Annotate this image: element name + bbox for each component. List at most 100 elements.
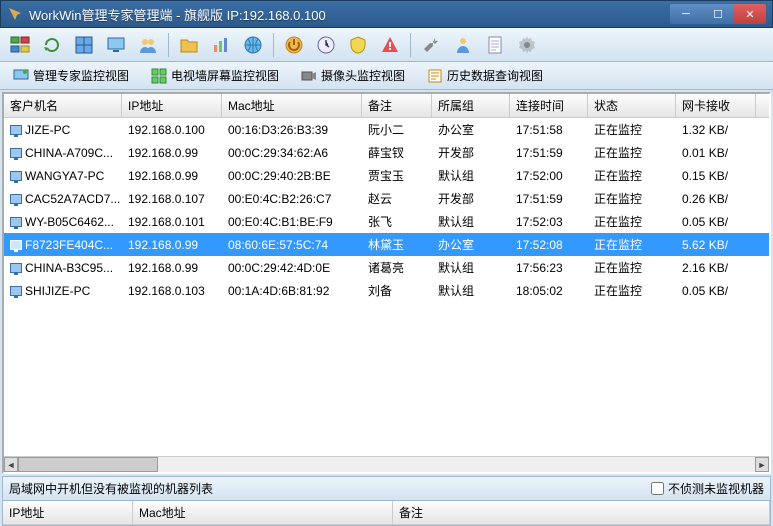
col-group[interactable]: 所属组 [432, 94, 510, 117]
app-icon [7, 6, 23, 22]
cell-time: 17:52:08 [510, 234, 588, 255]
table-row[interactable]: F8723FE404C...192.168.0.9908:60:6E:57:5C… [4, 233, 769, 256]
pc-icon [10, 240, 22, 250]
tb-settings-icon[interactable] [513, 31, 541, 59]
cell-rx: 0.26 KB/ [676, 188, 756, 209]
cell-rx: 1.32 KB/ [676, 119, 756, 140]
table-row[interactable]: CHINA-B3C95...192.168.0.9900:0C:29:42:4D… [4, 256, 769, 279]
col-conntime[interactable]: 连接时间 [510, 94, 588, 117]
tb-doc-icon[interactable] [481, 31, 509, 59]
table-row[interactable]: SHIJIZE-PC192.168.0.10300:1A:4D:6B:81:92… [4, 279, 769, 302]
col-ip[interactable]: IP地址 [122, 94, 222, 117]
cell-time: 17:51:59 [510, 142, 588, 163]
cell-status: 正在监控 [588, 142, 676, 163]
maximize-button[interactable]: ☐ [702, 4, 734, 24]
tb-users-icon[interactable] [134, 31, 162, 59]
cell-mac: 00:0C:29:42:4D:0E [222, 257, 362, 278]
cell-ip: 192.168.0.101 [122, 211, 222, 232]
close-button[interactable]: ✕ [734, 4, 766, 24]
table-row[interactable]: WY-B05C6462...192.168.0.10100:E0:4C:B1:B… [4, 210, 769, 233]
cell-note: 刘备 [362, 280, 432, 301]
bcol-ip[interactable]: IP地址 [3, 501, 133, 524]
scroll-thumb[interactable] [18, 457, 158, 472]
cell-rx: 0.05 KB/ [676, 280, 756, 301]
no-detect-checkbox[interactable]: 不侦测未监视机器 [651, 480, 764, 497]
pc-icon [10, 171, 22, 181]
tb-alert-icon[interactable] [376, 31, 404, 59]
tb-refresh-icon[interactable] [38, 31, 66, 59]
cell-name: CHINA-A709C... [4, 142, 122, 163]
cell-mac: 00:0C:29:40:2B:BE [222, 165, 362, 186]
cell-name: WANGYA7-PC [4, 165, 122, 186]
table-row[interactable]: JIZE-PC192.168.0.10000:16:D3:26:B3:39阮小二… [4, 118, 769, 141]
bcol-note[interactable]: 备注 [393, 501, 770, 524]
cell-name: F8723FE404C... [4, 234, 122, 255]
col-nicrx[interactable]: 网卡接收 [676, 94, 756, 117]
cell-status: 正在监控 [588, 280, 676, 301]
tb-tool-icon[interactable] [417, 31, 445, 59]
cell-status: 正在监控 [588, 257, 676, 278]
cell-note: 张飞 [362, 211, 432, 232]
cell-status: 正在监控 [588, 165, 676, 186]
minimize-button[interactable]: ─ [670, 4, 702, 24]
cell-time: 17:51:59 [510, 188, 588, 209]
table-row[interactable]: WANGYA7-PC192.168.0.9900:0C:29:40:2B:BE贾… [4, 164, 769, 187]
cell-rx: 0.01 KB/ [676, 142, 756, 163]
view-label: 电视墙屏幕监控视图 [171, 67, 279, 84]
col-clientname[interactable]: 客户机名 [4, 94, 122, 117]
cell-mac: 00:1A:4D:6B:81:92 [222, 280, 362, 301]
pc-icon [10, 194, 22, 204]
tb-grid-icon[interactable] [70, 31, 98, 59]
tb-person-icon[interactable] [449, 31, 477, 59]
cell-note: 林黛玉 [362, 234, 432, 255]
tb-folder-icon[interactable] [175, 31, 203, 59]
scroll-right-button[interactable]: ► [755, 457, 769, 472]
tb-screen-icon[interactable] [102, 31, 130, 59]
tb-chart-icon[interactable] [207, 31, 235, 59]
cell-rx: 0.05 KB/ [676, 211, 756, 232]
toolbar-separator [168, 33, 169, 57]
view-monitor-button[interactable]: 管理专家监控视图 [6, 64, 136, 87]
cell-group: 默认组 [432, 257, 510, 278]
cell-note: 阮小二 [362, 119, 432, 140]
cell-ip: 192.168.0.103 [122, 280, 222, 301]
cell-name: CHINA-B3C95... [4, 257, 122, 278]
view-history-button[interactable]: 历史数据查询视图 [420, 64, 550, 87]
cell-ip: 192.168.0.99 [122, 142, 222, 163]
bcol-mac[interactable]: Mac地址 [133, 501, 393, 524]
view-tvwall-button[interactable]: 电视墙屏幕监控视图 [144, 64, 286, 87]
tb-clock-icon[interactable] [312, 31, 340, 59]
monitor-view-icon [13, 68, 29, 84]
view-camera-button[interactable]: 摄像头监控视图 [294, 64, 412, 87]
scroll-left-button[interactable]: ◄ [4, 457, 18, 472]
tb-monitors-icon[interactable] [6, 31, 34, 59]
cell-ip: 192.168.0.99 [122, 234, 222, 255]
table-row[interactable]: CAC52A7ACD7...192.168.0.10700:E0:4C:B2:2… [4, 187, 769, 210]
tb-globe-icon[interactable] [239, 31, 267, 59]
bottom-panel: 局域网中开机但没有被监视的机器列表 不侦测未监视机器 IP地址 Mac地址 备注 [2, 476, 771, 526]
window-buttons: ─ ☐ ✕ [670, 4, 766, 24]
cell-ip: 192.168.0.100 [122, 119, 222, 140]
col-note[interactable]: 备注 [362, 94, 432, 117]
table-row[interactable]: CHINA-A709C...192.168.0.9900:0C:29:34:62… [4, 141, 769, 164]
col-status[interactable]: 状态 [588, 94, 676, 117]
bottom-table-header: IP地址 Mac地址 备注 [3, 501, 770, 525]
cell-time: 17:52:00 [510, 165, 588, 186]
cell-rx: 5.62 KB/ [676, 234, 756, 255]
tb-shield-icon[interactable] [344, 31, 372, 59]
no-detect-input[interactable] [651, 482, 664, 495]
view-label: 管理专家监控视图 [33, 67, 129, 84]
cell-mac: 08:60:6E:57:5C:74 [222, 234, 362, 255]
tb-power-icon[interactable] [280, 31, 308, 59]
unmonitored-table: IP地址 Mac地址 备注 [2, 501, 771, 526]
camera-icon [301, 68, 317, 84]
cell-mac: 00:16:D3:26:B3:39 [222, 119, 362, 140]
view-label: 摄像头监控视图 [321, 67, 405, 84]
cell-time: 17:51:58 [510, 119, 588, 140]
cell-group: 默认组 [432, 280, 510, 301]
cell-rx: 0.15 KB/ [676, 165, 756, 186]
horizontal-scrollbar[interactable]: ◄ ► [4, 456, 769, 472]
col-mac[interactable]: Mac地址 [222, 94, 362, 117]
cell-name: JIZE-PC [4, 119, 122, 140]
cell-status: 正在监控 [588, 211, 676, 232]
